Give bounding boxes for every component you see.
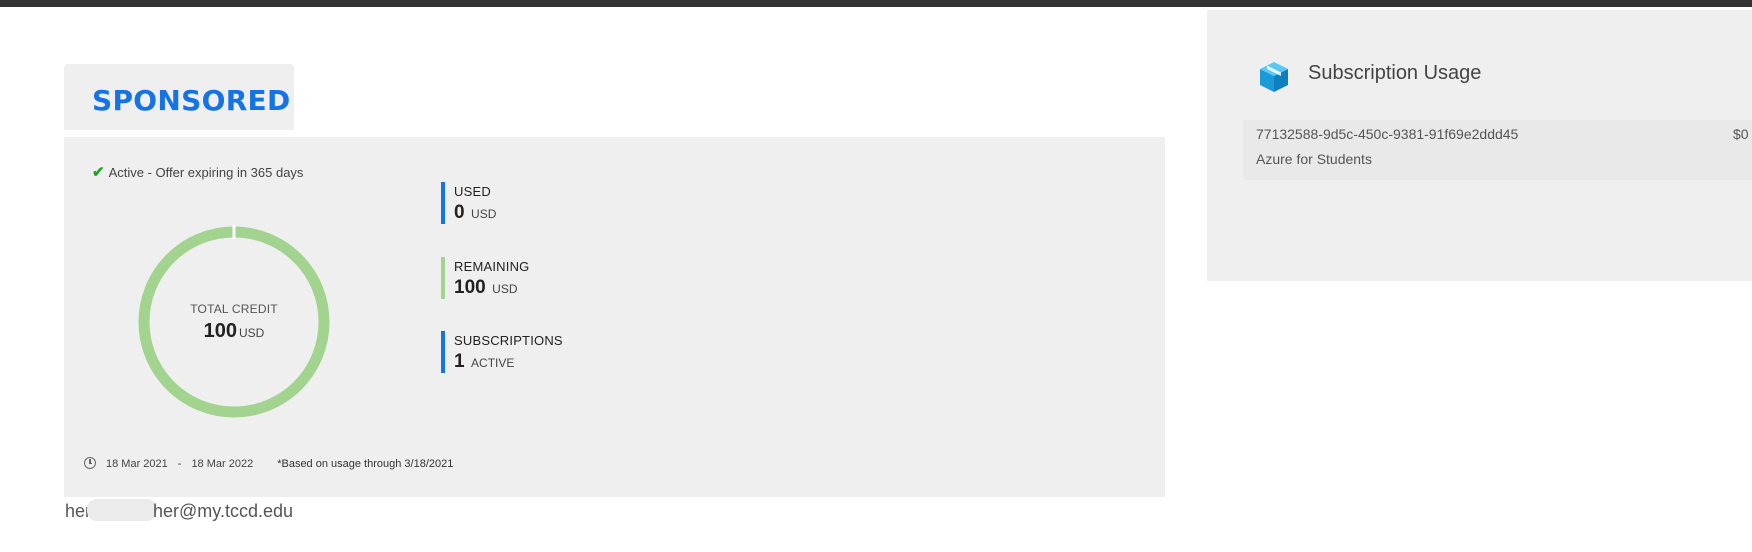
- offer-status: ✔ Active - Offer expiring in 365 days: [92, 163, 303, 181]
- stat-used-bar: [441, 182, 445, 224]
- subscription-usage-title: Subscription Usage: [1308, 62, 1482, 84]
- stat-remaining: REMAINING 100 USD: [441, 257, 529, 299]
- stat-used: USED 0 USD: [441, 182, 496, 224]
- subscription-id[interactable]: 77132588-9d5c-450c-9381-91f69e2ddd45: [1256, 126, 1518, 142]
- subscription-usage-panel: Subscription Usage 77132588-9d5c-450c-93…: [1207, 10, 1752, 281]
- stat-subscriptions-label: SUBSCRIPTIONS: [454, 333, 563, 348]
- date-separator: -: [177, 458, 182, 470]
- usage-note: *Based on usage through 3/18/2021: [277, 458, 454, 470]
- tab-sponsored[interactable]: SPONSORED: [64, 64, 294, 130]
- date-end: 18 Mar 2022: [191, 458, 254, 470]
- clock-icon: [84, 457, 96, 469]
- stat-remaining-label: REMAINING: [454, 259, 530, 274]
- stat-used-value: 0 USD: [454, 202, 497, 223]
- total-credit-value: 100 USD: [203, 320, 265, 342]
- redaction-mask: [87, 499, 158, 521]
- stat-subscriptions-bar: [441, 331, 445, 373]
- tab-title: SPONSORED: [92, 84, 291, 117]
- account-email: her her@my.tccd.edu: [65, 499, 294, 521]
- stat-subscriptions[interactable]: SUBSCRIPTIONS 1 ACTIVE: [441, 331, 563, 373]
- status-text: Active - Offer expiring in 365 days: [108, 165, 304, 180]
- date-start: 18 Mar 2021: [106, 458, 168, 470]
- cube-icon: [1260, 62, 1288, 92]
- subscription-row[interactable]: 77132588-9d5c-450c-9381-91f69e2ddd45 Azu…: [1243, 120, 1752, 180]
- offer-dates: 18 Mar 2021-18 Mar 2022 *Based on usage t…: [84, 457, 463, 470]
- donut-center: TOTAL CREDIT 100 USD: [134, 222, 334, 422]
- credit-panel: ✔ Active - Offer expiring in 365 days TOT…: [64, 137, 1165, 497]
- stat-used-label: USED: [454, 184, 491, 199]
- total-credit-label: TOTAL CREDIT: [190, 302, 278, 316]
- stat-subscriptions-value: 1 ACTIVE: [454, 351, 515, 372]
- stat-remaining-bar: [441, 257, 445, 299]
- subscription-cost: $0: [1733, 126, 1749, 142]
- subscription-name: Azure for Students: [1256, 151, 1372, 167]
- checkmark-icon: ✔: [92, 164, 105, 181]
- stat-remaining-value: 100 USD: [454, 277, 518, 298]
- top-bar: [0, 0, 1752, 7]
